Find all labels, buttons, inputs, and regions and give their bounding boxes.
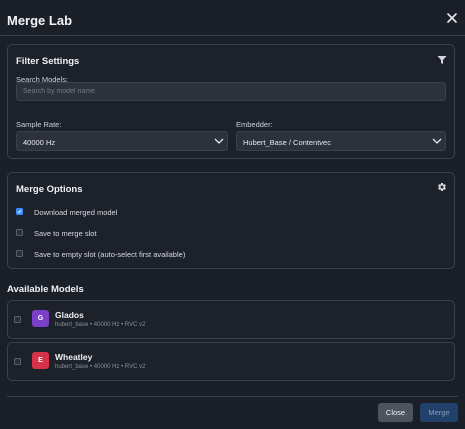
option-save-empty-slot[interactable]: Save to empty slot (auto-select first av… xyxy=(16,249,216,261)
model-name: Wheatley xyxy=(55,352,93,362)
model-card-glados[interactable]: G Glados hubert_base • 40000 Hz • RVC v2 xyxy=(7,300,455,339)
save-empty-slot-label: Save to empty slot (auto-select first av… xyxy=(34,250,186,259)
check-icon xyxy=(17,209,22,214)
dialog-header: Merge Lab xyxy=(0,0,465,36)
sample-rate-value: 40000 Hz xyxy=(23,138,56,147)
model-meta: hubert_base • 40000 Hz • RVC v2 xyxy=(55,322,146,328)
download-merged-checkbox[interactable] xyxy=(16,208,23,215)
avatar: G xyxy=(32,310,49,327)
embedder-select[interactable]: Hubert_Base / Contentvec xyxy=(236,131,446,151)
model-card-wheatley[interactable]: E Wheatley hubert_base • 40000 Hz • RVC … xyxy=(7,342,455,381)
dialog-title: Merge Lab xyxy=(7,13,73,28)
save-merge-slot-label: Save to merge slot xyxy=(34,229,97,238)
save-merge-slot-checkbox[interactable] xyxy=(16,229,23,236)
merge-options-panel: Merge Options Download merged model Save… xyxy=(7,172,455,269)
footer-divider xyxy=(7,396,458,397)
sample-rate-label: Sample Rate: xyxy=(16,120,62,129)
embedder-label: Embedder: xyxy=(236,120,273,129)
search-input[interactable] xyxy=(16,82,446,101)
chevron-down-icon xyxy=(214,138,224,144)
available-models-title: Available Models xyxy=(7,284,84,295)
save-empty-slot-checkbox[interactable] xyxy=(16,250,23,257)
wheatley-checkbox[interactable] xyxy=(14,358,21,365)
avatar: E xyxy=(32,352,49,369)
merge-options-title: Merge Options xyxy=(16,184,83,195)
filter-icon[interactable] xyxy=(437,55,447,65)
merge-button[interactable]: Merge xyxy=(420,403,458,422)
gear-icon[interactable] xyxy=(437,182,447,192)
glados-checkbox[interactable] xyxy=(14,316,21,323)
model-name: Glados xyxy=(55,310,84,320)
close-icon[interactable] xyxy=(445,11,459,25)
filter-settings-title: Filter Settings xyxy=(16,56,80,67)
sample-rate-select[interactable]: 40000 Hz xyxy=(16,131,228,151)
model-meta: hubert_base • 40000 Hz • RVC v2 xyxy=(55,364,146,370)
download-merged-label: Download merged model xyxy=(34,208,118,217)
embedder-value: Hubert_Base / Contentvec xyxy=(243,138,331,147)
filter-settings-panel: Filter Settings Search Models: Sample Ra… xyxy=(7,44,455,159)
chevron-down-icon xyxy=(432,138,442,144)
option-save-merge-slot[interactable]: Save to merge slot xyxy=(16,228,126,240)
option-download-merged[interactable]: Download merged model xyxy=(16,207,146,219)
close-button[interactable]: Close xyxy=(378,403,413,422)
